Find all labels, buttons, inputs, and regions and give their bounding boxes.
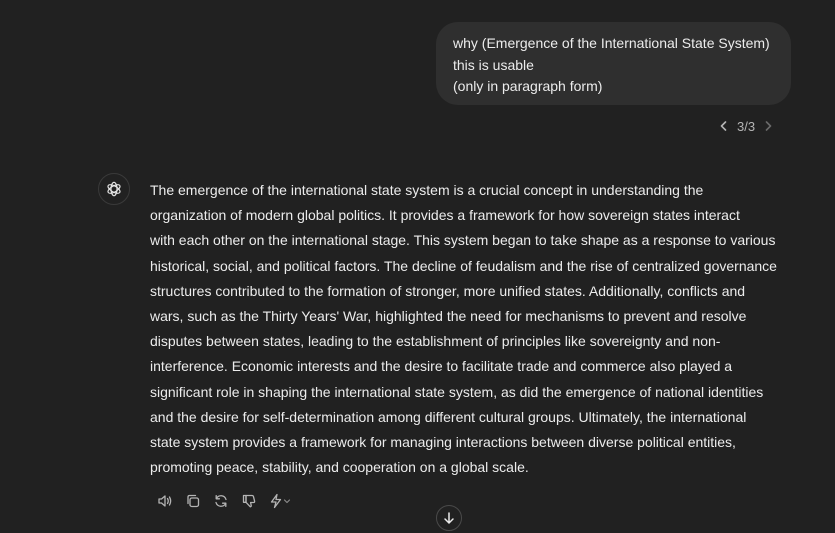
assistant-text-line: with each other on the international sta… — [150, 232, 776, 249]
chevron-left-icon — [720, 121, 727, 131]
user-message-bubble: why (Emergence of the International Stat… — [436, 22, 791, 105]
assistant-text-line: structures contributed to the formation … — [150, 282, 746, 299]
assistant-text-line: organization of modern global politics. … — [150, 207, 740, 224]
user-message-line: (only in paragraph form) — [453, 78, 603, 94]
assistant-text-line: interference. Economic interests and the… — [150, 358, 733, 375]
assistant-message: The emergence of the international state… — [150, 178, 800, 480]
assistant-text-line: significant role in shaping the internat… — [150, 383, 764, 400]
assistant-text-line: The emergence of the international state… — [150, 182, 704, 198]
arrow-down-icon — [444, 512, 454, 524]
assistant-avatar — [98, 173, 130, 205]
user-message-line: this is usable — [453, 56, 534, 73]
regenerate-button[interactable] — [211, 490, 231, 512]
read-aloud-button[interactable] — [155, 490, 175, 512]
user-message-line: why (Emergence of the International Stat… — [453, 35, 770, 51]
response-count: 3/3 — [737, 118, 756, 134]
read-aloud-icon — [158, 495, 172, 507]
chevron-right-icon — [765, 121, 772, 131]
next-response-button[interactable] — [758, 116, 778, 136]
thumbs-down-icon — [242, 494, 256, 508]
copy-icon — [187, 494, 200, 508]
regenerate-icon — [215, 494, 227, 508]
assistant-text-line: historical, social, and political factor… — [150, 257, 777, 274]
previous-response-button[interactable] — [714, 116, 734, 136]
assistant-text-line: state system provides a framework for ma… — [150, 434, 736, 451]
assistant-text-line: promoting peace, stability, and cooperat… — [150, 459, 529, 476]
switch-model-button[interactable] — [267, 490, 295, 512]
assistant-text-line: and the desire for self-determination am… — [150, 408, 747, 425]
message-actions-toolbar — [155, 490, 295, 512]
thumbs-down-button[interactable] — [239, 490, 259, 512]
openai-logo-icon — [107, 181, 121, 197]
response-pager: 3/3 — [714, 116, 778, 136]
copy-button[interactable] — [183, 490, 203, 512]
chat-page: why (Emergence of the International Stat… — [0, 0, 835, 533]
assistant-text-line: disputes between states, leading to the … — [150, 333, 721, 350]
scroll-to-bottom-button[interactable] — [436, 505, 462, 531]
assistant-text-line: wars, such as the Thirty Years' War, hig… — [150, 308, 747, 325]
switch-model-icon — [270, 493, 291, 509]
